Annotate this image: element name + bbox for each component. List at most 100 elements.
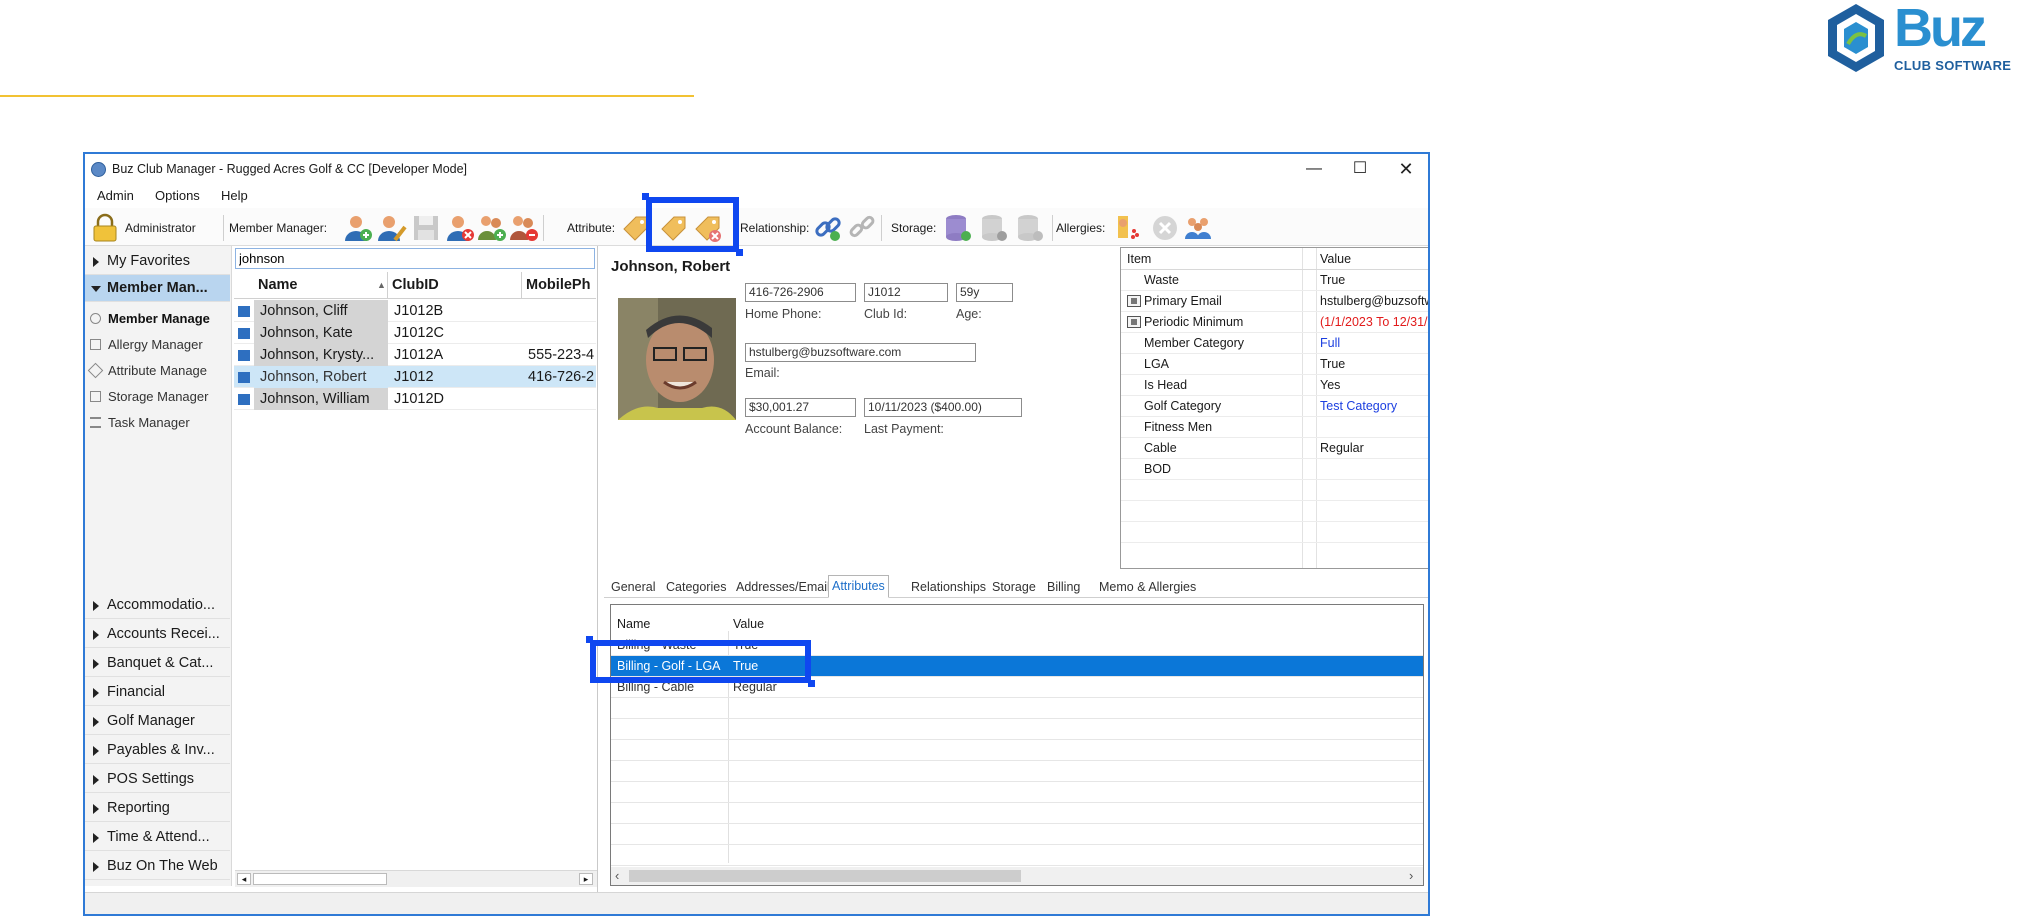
last-payment-field[interactable]: 10/11/2023 ($400.00) [864, 398, 1022, 417]
unlink-relationship-icon[interactable] [847, 213, 877, 243]
grid-row[interactable]: Cable Regular [1121, 438, 1428, 459]
tab-relationships[interactable]: Relationships [911, 580, 986, 594]
column-header-item[interactable]: Item [1127, 252, 1151, 266]
allergy-group-icon[interactable] [1183, 213, 1213, 243]
nav-my-favorites[interactable]: My Favorites [85, 248, 230, 275]
scroll-left-icon[interactable]: ‹ [615, 868, 619, 883]
lock-icon[interactable] [90, 213, 120, 243]
nav-golf-manager[interactable]: Golf Manager [85, 708, 230, 735]
scroll-thumb[interactable] [253, 873, 387, 885]
grid-row[interactable]: Primary Email hstulberg@buzsoftware.com [1121, 291, 1428, 312]
edit-member-icon[interactable] [377, 213, 407, 243]
column-header-mobile[interactable]: MobilePh [522, 272, 596, 299]
nav-pos-settings[interactable]: POS Settings [85, 766, 230, 793]
grid-row[interactable]: Member Category Full [1121, 333, 1428, 354]
nav-payables-inventory[interactable]: Payables & Inv... [85, 737, 230, 764]
scroll-right-icon[interactable]: › [1409, 868, 1413, 883]
nav-sub-storage-manager[interactable]: Storage Manager [90, 387, 208, 407]
expand-triangle-icon [93, 775, 99, 785]
column-header-name[interactable]: Name [254, 272, 388, 299]
menu-admin[interactable]: Admin [97, 188, 134, 203]
nav-buz-on-the-web[interactable]: Buz On The Web [85, 853, 230, 880]
scroll-right-icon[interactable]: ▸ [579, 873, 593, 885]
close-button[interactable]: ✕ [1385, 157, 1427, 181]
nav-label: Financial [107, 684, 166, 700]
account-balance-field[interactable]: $30,001.27 [745, 398, 856, 417]
age-field[interactable]: 59y [956, 283, 1013, 302]
remove-allergy-icon[interactable] [1150, 213, 1180, 243]
member-row[interactable]: Johnson, Krysty... J1012A 555-223-4 [234, 344, 596, 366]
member-search-input[interactable] [235, 248, 595, 269]
tab-storage[interactable]: Storage [992, 580, 1036, 594]
member-row-selected[interactable]: Johnson, Robert J1012 416-726-2 [234, 366, 596, 388]
nav-sub-task-manager[interactable]: Task Manager [90, 413, 190, 433]
nav-accommodations[interactable]: Accommodatio... [85, 592, 230, 619]
nav-time-attendance[interactable]: Time & Attend... [85, 824, 230, 851]
minimize-button[interactable]: — [1293, 157, 1335, 181]
buz-logo-subtitle: CLUB SOFTWARE [1894, 58, 2012, 73]
column-header-value[interactable]: Value [733, 617, 764, 631]
add-storage-icon[interactable] [943, 213, 973, 243]
grid-item-cell: Is Head [1144, 378, 1188, 392]
allergies-label: Allergies: [1056, 221, 1106, 235]
member-row[interactable]: Johnson, Cliff J1012B [234, 300, 596, 322]
tab-billing[interactable]: Billing [1047, 580, 1080, 594]
member-row[interactable]: Johnson, William J1012D [234, 388, 596, 410]
grid-row[interactable]: Golf Category Test Category [1121, 396, 1428, 417]
grid-item-cell: BOD [1144, 462, 1172, 476]
member-list-horizontal-scrollbar[interactable]: ◂ ▸ [235, 870, 597, 887]
remove-family-icon[interactable] [509, 213, 539, 243]
grid-row[interactable]: Periodic Minimum (1/1/2023 To 12/31/2023)… [1121, 312, 1428, 333]
add-family-icon[interactable] [477, 213, 507, 243]
maximize-button[interactable]: ☐ [1339, 157, 1381, 181]
email-field[interactable]: hstulberg@buzsoftware.com [745, 343, 976, 362]
tab-memo-allergies[interactable]: Memo & Allergies [1099, 580, 1196, 594]
nav-sub-attribute-manage[interactable]: Attribute Manage [87, 361, 207, 381]
storage-settings-icon[interactable] [979, 213, 1009, 243]
column-header-name[interactable]: Name [617, 617, 650, 631]
grid-row[interactable]: BOD [1121, 459, 1428, 480]
add-allergy-icon[interactable] [1110, 213, 1140, 243]
linked-record-icon[interactable] [1127, 295, 1141, 307]
nav-member-manager[interactable]: Member Man... [85, 275, 230, 302]
grid-row[interactable]: Fitness Men [1121, 417, 1428, 438]
grid-item-cell: Member Category [1144, 336, 1245, 350]
nav-reporting[interactable]: Reporting [85, 795, 230, 822]
tab-addresses-email[interactable]: Addresses/Email [736, 580, 830, 594]
menu-options[interactable]: Options [155, 188, 200, 203]
grid-row[interactable]: LGA True [1121, 354, 1428, 375]
grid-row-empty [1121, 522, 1428, 543]
nav-sub-allergy-manager[interactable]: Allergy Manager [90, 335, 203, 355]
tab-attributes[interactable]: Attributes [828, 575, 889, 598]
delete-member-icon[interactable] [445, 213, 475, 243]
member-name-cell: Johnson, Cliff [254, 300, 388, 322]
tab-general[interactable]: General [611, 580, 655, 594]
tab-categories[interactable]: Categories [666, 580, 726, 594]
grid-value-cell: Regular [1320, 441, 1364, 455]
member-portrait-image [618, 298, 736, 420]
scroll-left-icon[interactable]: ◂ [237, 873, 251, 885]
attribute-row-empty [611, 761, 1423, 782]
nav-accounts-receivable[interactable]: Accounts Recei... [85, 621, 230, 648]
nav-sub-member-manage[interactable]: Member Manage [90, 309, 210, 329]
linked-record-icon[interactable] [1127, 316, 1141, 328]
grid-row-empty [1121, 501, 1428, 522]
row-status-chip [238, 372, 250, 383]
grid-row[interactable]: Waste True [1121, 270, 1428, 291]
grid-row[interactable]: Is Head Yes [1121, 375, 1428, 396]
link-relationship-icon[interactable] [813, 213, 843, 243]
scroll-thumb[interactable] [629, 870, 1021, 882]
nav-financial[interactable]: Financial [85, 679, 230, 706]
add-member-icon[interactable] [343, 213, 373, 243]
home-phone-field[interactable]: 416-726-2906 [745, 283, 856, 302]
column-header-value[interactable]: Value [1320, 252, 1351, 266]
save-icon[interactable] [411, 213, 441, 243]
club-id-field[interactable]: J1012 [864, 283, 948, 302]
attributes-horizontal-scrollbar[interactable]: ‹ › [611, 867, 1423, 885]
nav-banquet-catering[interactable]: Banquet & Cat... [85, 650, 230, 677]
menu-help[interactable]: Help [221, 188, 248, 203]
remove-storage-icon[interactable] [1015, 213, 1045, 243]
attribute-label: Attribute: [567, 221, 616, 235]
member-row[interactable]: Johnson, Kate J1012C [234, 322, 596, 344]
column-header-clubid[interactable]: ClubID [388, 272, 522, 299]
